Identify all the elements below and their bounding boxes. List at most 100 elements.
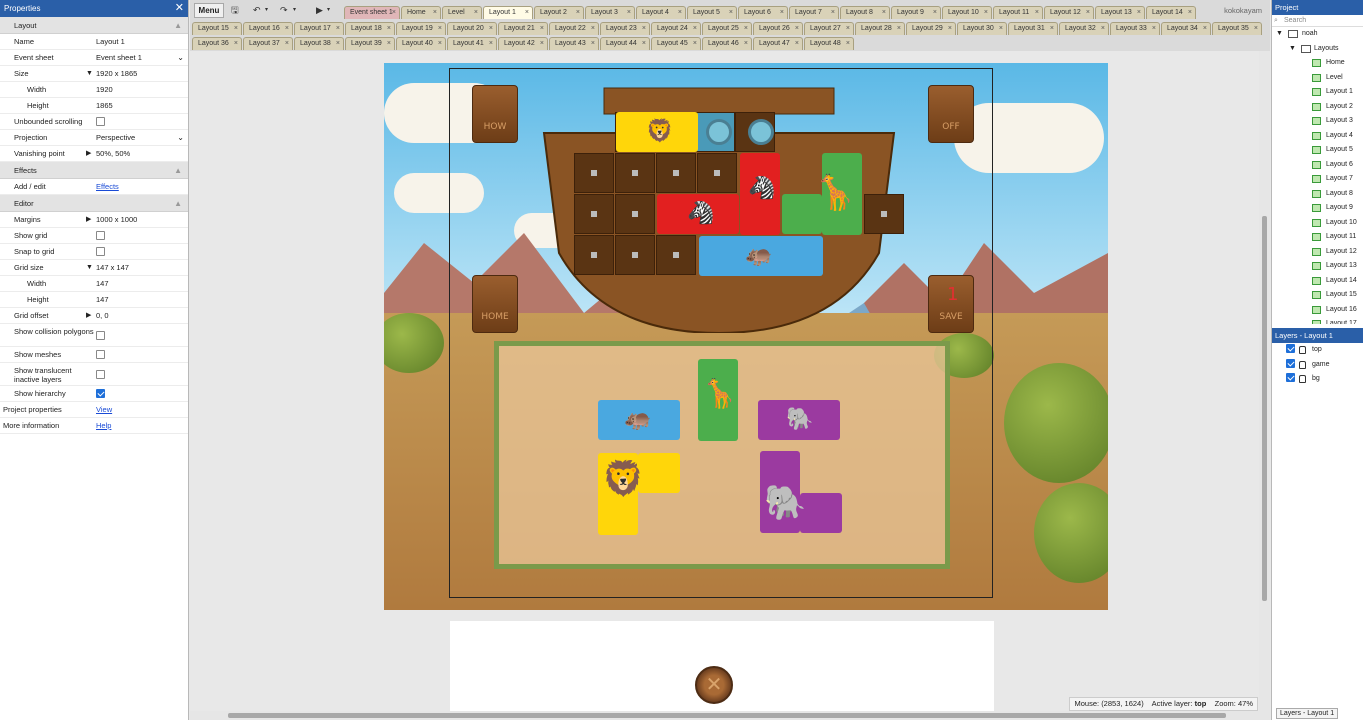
layer-visible-checkbox[interactable]: [1286, 344, 1295, 353]
tree-item-layout-3[interactable]: Layout 3: [1272, 114, 1363, 129]
view-link[interactable]: View: [96, 402, 186, 418]
prop-grid-width[interactable]: Width 147: [0, 276, 188, 292]
close-icon[interactable]: ×: [882, 7, 886, 19]
collision-checkbox[interactable]: [96, 330, 105, 340]
tab-layout-42[interactable]: Layout 42 ×: [498, 37, 548, 50]
tab-layout-41[interactable]: Layout 41 ×: [447, 37, 497, 50]
elephant-piece[interactable]: 🐘: [758, 400, 840, 440]
close-icon[interactable]: ×: [438, 23, 442, 35]
close-icon[interactable]: ×: [234, 23, 238, 35]
save-icon[interactable]: 🖫: [231, 3, 239, 18]
tab-layout-9[interactable]: Layout 9 ×: [891, 6, 941, 19]
close-icon[interactable]: ×: [285, 23, 289, 35]
tab-event-sheet-1[interactable]: Event sheet 1 ×: [344, 6, 400, 19]
tree-item-layout-16[interactable]: Layout 16: [1272, 303, 1363, 318]
hippo-piece[interactable]: 🦛: [598, 400, 680, 440]
tree-folder-layouts[interactable]: ▼ Layouts: [1272, 42, 1363, 57]
horizontal-scrollbar[interactable]: [190, 711, 1270, 720]
tree-item-layout-7[interactable]: Layout 7: [1272, 172, 1363, 187]
prop-grid-height[interactable]: Height 147: [0, 292, 188, 308]
close-icon[interactable]: ×: [1086, 7, 1090, 19]
prop-vanishing-value[interactable]: 50%, 50%: [96, 146, 186, 162]
expand-triangle-icon[interactable]: ▼: [1276, 27, 1283, 42]
tab-layout-20[interactable]: Layout 20 ×: [447, 22, 497, 35]
tree-item-layout-13[interactable]: Layout 13: [1272, 259, 1363, 274]
tab-layout-17[interactable]: Layout 17 ×: [294, 22, 344, 35]
prop-name-value[interactable]: Layout 1: [96, 34, 186, 50]
tree-item-layout-4[interactable]: Layout 4: [1272, 129, 1363, 144]
expand-triangle-icon[interactable]: ▶: [86, 146, 91, 162]
meshes-checkbox[interactable]: [96, 349, 105, 359]
tab-layout-7[interactable]: Layout 7 ×: [789, 6, 839, 19]
close-icon[interactable]: ×: [540, 23, 544, 35]
tab-layout-11[interactable]: Layout 11 ×: [993, 6, 1043, 19]
prop-hierarchy[interactable]: Show hierarchy: [0, 386, 188, 402]
tab-layout-46[interactable]: Layout 46 ×: [702, 37, 752, 50]
tab-layout-44[interactable]: Layout 44 ×: [600, 37, 650, 50]
tab-layout-48[interactable]: Layout 48 ×: [804, 37, 854, 50]
close-icon[interactable]: ×: [591, 23, 595, 35]
tab-layout-35[interactable]: Layout 35 ×: [1212, 22, 1262, 35]
tab-layout-1[interactable]: Layout 1 ×: [483, 6, 533, 19]
layer-visible-checkbox[interactable]: [1286, 358, 1295, 368]
tree-root[interactable]: ▼ noah: [1272, 27, 1363, 42]
close-icon[interactable]: ×: [525, 7, 529, 19]
tab-layout-3[interactable]: Layout 3 ×: [585, 6, 635, 19]
prop-grid-size[interactable]: Grid size ▼ 147 x 147: [0, 260, 188, 276]
tab-layout-31[interactable]: Layout 31 ×: [1008, 22, 1058, 35]
hierarchy-checkbox[interactable]: [96, 388, 105, 398]
tab-layout-8[interactable]: Layout 8 ×: [840, 6, 890, 19]
tab-layout-33[interactable]: Layout 33 ×: [1110, 22, 1160, 35]
prop-event-sheet[interactable]: Event sheet Event sheet 1 ⌄: [0, 50, 188, 66]
tab-layout-4[interactable]: Layout 4 ×: [636, 6, 686, 19]
section-effects[interactable]: Effects ▲: [0, 162, 188, 179]
section-editor[interactable]: Editor ▲: [0, 195, 188, 212]
close-round-button[interactable]: ✕: [695, 666, 733, 704]
close-icon[interactable]: ×: [693, 23, 697, 35]
sound-off-button[interactable]: OFF: [928, 85, 974, 143]
prop-grid-offset[interactable]: Grid offset ▶ 0, 0: [0, 308, 188, 324]
close-icon[interactable]: ×: [392, 7, 396, 19]
unbounded-checkbox[interactable]: [96, 116, 105, 126]
close-icon[interactable]: ×: [1203, 23, 1207, 35]
tab-layout-23[interactable]: Layout 23 ×: [600, 22, 650, 35]
prop-height-value[interactable]: 1865: [96, 98, 186, 114]
prop-event-sheet-value[interactable]: Event sheet 1: [96, 50, 186, 66]
prop-margins[interactable]: Margins ▶ 1000 x 1000: [0, 212, 188, 228]
translucent-checkbox[interactable]: [96, 369, 105, 379]
layer-visible-checkbox[interactable]: [1286, 373, 1295, 382]
close-icon[interactable]: ×: [627, 7, 631, 19]
prop-grid-width-value[interactable]: 147: [96, 276, 186, 292]
prop-show-grid[interactable]: Show grid: [0, 228, 188, 244]
close-icon[interactable]: ×: [1254, 23, 1258, 35]
tree-item-layout-9[interactable]: Layout 9: [1272, 201, 1363, 216]
tab-layout-27[interactable]: Layout 27 ×: [804, 22, 854, 35]
prop-projection[interactable]: Projection Perspective ⌄: [0, 130, 188, 146]
tab-layout-16[interactable]: Layout 16 ×: [243, 22, 293, 35]
tab-layout-26[interactable]: Layout 26 ×: [753, 22, 803, 35]
tab-layout-10[interactable]: Layout 10 ×: [942, 6, 992, 19]
close-icon[interactable]: ×: [540, 38, 544, 50]
home-button[interactable]: HOME: [472, 275, 518, 333]
close-icon[interactable]: ×: [795, 38, 799, 50]
tab-layout-43[interactable]: Layout 43 ×: [549, 37, 599, 50]
close-icon[interactable]: ×: [1050, 23, 1054, 35]
save-button[interactable]: 1 SAVE: [928, 275, 974, 333]
tree-item-layout-10[interactable]: Layout 10: [1272, 216, 1363, 231]
layer-bg[interactable]: bg: [1272, 372, 1363, 387]
tab-layout-36[interactable]: Layout 36 ×: [192, 37, 242, 50]
prop-size[interactable]: Size ▼ 1920 x 1865: [0, 66, 188, 82]
close-icon[interactable]: ×: [336, 23, 340, 35]
undo-icon[interactable]: ↶: [253, 3, 261, 18]
tab-layout-15[interactable]: Layout 15 ×: [192, 22, 242, 35]
chevron-up-icon[interactable]: ▲: [174, 17, 182, 34]
close-icon[interactable]: ×: [744, 23, 748, 35]
username[interactable]: kokokayam: [1224, 6, 1262, 15]
close-icon[interactable]: ×: [642, 23, 646, 35]
tab-level[interactable]: Level ×: [442, 6, 482, 19]
close-icon[interactable]: ×: [780, 7, 784, 19]
chevron-down-icon[interactable]: ▾: [327, 3, 330, 18]
close-icon[interactable]: ×: [285, 38, 289, 50]
prop-grid-offset-value[interactable]: 0, 0: [96, 308, 186, 324]
prop-width[interactable]: Width 1920: [0, 82, 188, 98]
